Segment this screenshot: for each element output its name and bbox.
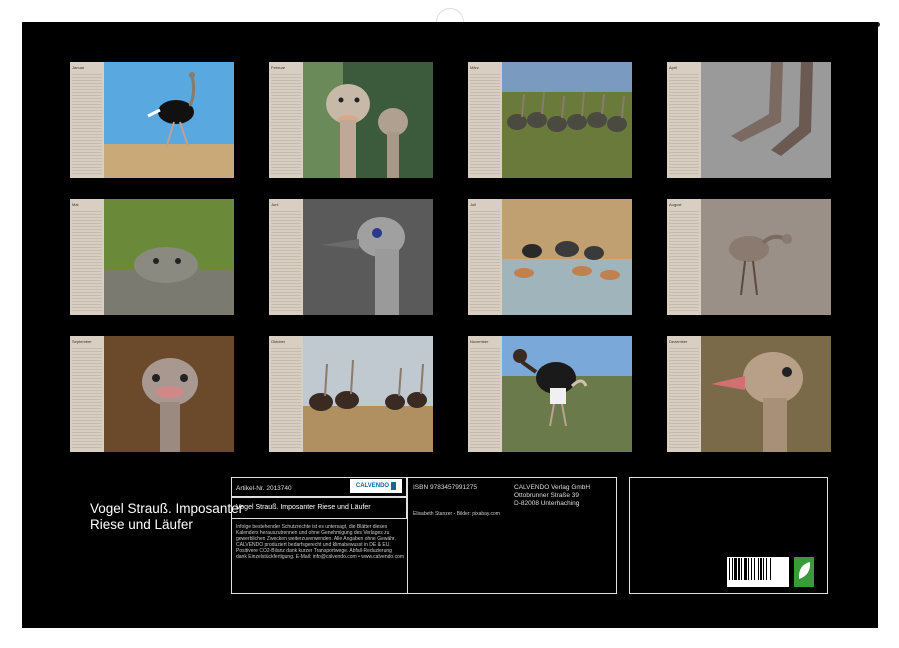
month-card-februar: Februar bbox=[269, 62, 433, 178]
barcode-bar bbox=[770, 558, 771, 580]
publisher-name: CALVENDO Verlag GmbH bbox=[514, 484, 590, 491]
publisher-cell bbox=[407, 477, 617, 594]
day-lines bbox=[470, 346, 500, 450]
ostrich-chick-photo bbox=[701, 199, 831, 315]
month-strip: Juli bbox=[468, 199, 502, 315]
month-strip: August bbox=[667, 199, 701, 315]
month-card-mai: Mai bbox=[70, 199, 234, 315]
barcode-bar bbox=[760, 558, 762, 580]
month-label: November bbox=[470, 339, 500, 344]
barcode-bars-icon bbox=[727, 557, 789, 581]
barcode-bar bbox=[763, 558, 764, 580]
month-strip: April bbox=[667, 62, 701, 178]
logo-mark-icon bbox=[391, 482, 396, 490]
image-credits: Elisabeth Stanzer - Bilder: pixabay.com bbox=[413, 511, 500, 517]
day-lines bbox=[669, 209, 699, 313]
barcode-bar bbox=[729, 558, 730, 580]
month-label: Oktober bbox=[271, 339, 301, 344]
calendar-sheet: Januar Februar bbox=[22, 22, 878, 628]
day-lines bbox=[271, 346, 301, 450]
month-card-november: November bbox=[468, 336, 632, 452]
barcode: 9 783457 991275 bbox=[727, 557, 789, 587]
ostrich-head-profile-photo bbox=[303, 199, 433, 315]
calendar-title: Vogel Strauß. Imposanter Riese und Läufe… bbox=[90, 501, 250, 533]
barcode-bar bbox=[732, 558, 733, 580]
month-label: Mai bbox=[72, 202, 102, 207]
month-strip: September bbox=[70, 336, 104, 452]
day-lines bbox=[470, 209, 500, 313]
ostrich-male-photo bbox=[502, 336, 632, 452]
day-lines bbox=[669, 72, 699, 176]
month-label: April bbox=[669, 65, 699, 70]
ostrich-running-photo bbox=[104, 62, 234, 178]
isbn: ISBN 9783457991275 bbox=[413, 484, 477, 491]
day-lines bbox=[72, 209, 102, 313]
ostriches-springboks-photo bbox=[502, 199, 632, 315]
barcode-bar bbox=[738, 558, 740, 580]
barcode-bar bbox=[766, 558, 767, 580]
calvendo-logo-text: CALVENDO bbox=[356, 483, 389, 489]
barcode-bar bbox=[744, 558, 747, 580]
barcode-bar bbox=[741, 558, 742, 580]
barcode-bar bbox=[751, 558, 752, 580]
ostrich-group-photo bbox=[303, 336, 433, 452]
day-lines bbox=[72, 72, 102, 176]
day-lines bbox=[72, 346, 102, 450]
ostrich-peeking-photo bbox=[104, 199, 234, 315]
ostrich-face-photo bbox=[104, 336, 234, 452]
month-label: Juli bbox=[470, 202, 500, 207]
barcode-number: 9 783457 991275 bbox=[727, 586, 789, 591]
month-card-september: September bbox=[70, 336, 234, 452]
ostrich-flock-photo bbox=[502, 62, 632, 178]
month-label: September bbox=[72, 339, 102, 344]
month-card-maerz: März bbox=[468, 62, 632, 178]
day-lines bbox=[470, 72, 500, 176]
eco-leaf-icon bbox=[794, 557, 814, 587]
publisher-city: D-82008 Unterhaching bbox=[514, 500, 579, 507]
month-strip: Januar bbox=[70, 62, 104, 178]
info-subtitle: Vogel Strauß. Imposanter Riese und Läufe… bbox=[236, 504, 371, 511]
article-number: Artikel-Nr. 2013740 bbox=[236, 485, 292, 492]
publisher-street: Ottobrunner Straße 39 bbox=[514, 492, 579, 499]
calvendo-logo: CALVENDO bbox=[350, 479, 402, 493]
month-strip: Februar bbox=[269, 62, 303, 178]
day-lines bbox=[271, 209, 301, 313]
month-card-juni: Juni bbox=[269, 199, 433, 315]
month-label: Juni bbox=[271, 202, 301, 207]
ostrich-heads-photo bbox=[303, 62, 433, 178]
month-strip: März bbox=[468, 62, 502, 178]
month-card-dezember: Dezember bbox=[667, 336, 831, 452]
legal-text: Infolge bestehender Schutzrechte ist es … bbox=[236, 524, 404, 560]
month-label: August bbox=[669, 202, 699, 207]
month-strip: Juni bbox=[269, 199, 303, 315]
day-lines bbox=[669, 346, 699, 450]
month-strip: Oktober bbox=[269, 336, 303, 452]
month-label: Januar bbox=[72, 65, 102, 70]
ostrich-portrait-photo bbox=[701, 336, 831, 452]
barcode-bar bbox=[748, 558, 749, 580]
month-label: Dezember bbox=[669, 339, 699, 344]
month-strip: Mai bbox=[70, 199, 104, 315]
day-lines bbox=[271, 72, 301, 176]
month-label: März bbox=[470, 65, 500, 70]
barcode-bar bbox=[754, 558, 755, 580]
month-card-juli: Juli bbox=[468, 199, 632, 315]
month-strip: November bbox=[468, 336, 502, 452]
month-card-januar: Januar bbox=[70, 62, 234, 178]
barcode-bar bbox=[758, 558, 759, 580]
month-label: Februar bbox=[271, 65, 301, 70]
barcode-bar bbox=[734, 558, 737, 580]
month-card-oktober: Oktober bbox=[269, 336, 433, 452]
month-card-april: April bbox=[667, 62, 831, 178]
month-strip: Dezember bbox=[667, 336, 701, 452]
month-card-august: August bbox=[667, 199, 831, 315]
ostrich-feet-photo bbox=[701, 62, 831, 178]
